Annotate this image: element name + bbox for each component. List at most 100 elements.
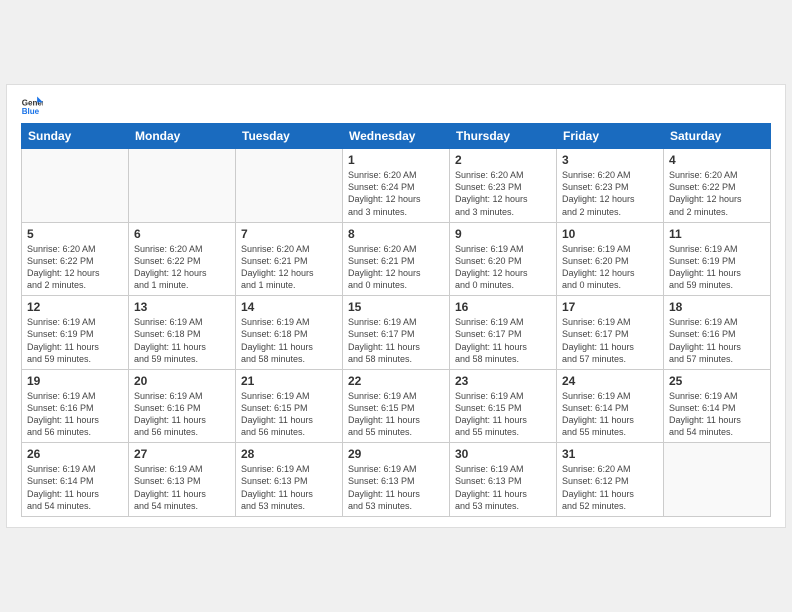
day-info: Sunrise: 6:19 AM Sunset: 6:14 PM Dayligh… <box>669 390 765 439</box>
day-cell: 9 Sunrise: 6:19 AM Sunset: 6:20 PM Daylig… <box>450 222 557 296</box>
calendar-table: SundayMondayTuesdayWednesdayThursdayFrid… <box>21 123 771 517</box>
day-number: 23 <box>455 374 551 388</box>
day-info: Sunrise: 6:20 AM Sunset: 6:22 PM Dayligh… <box>27 243 123 292</box>
day-number: 22 <box>348 374 444 388</box>
calendar-body: 1 Sunrise: 6:20 AM Sunset: 6:24 PM Daylig… <box>22 149 771 517</box>
day-cell: 15 Sunrise: 6:19 AM Sunset: 6:17 PM Dayli… <box>343 296 450 370</box>
day-info: Sunrise: 6:19 AM Sunset: 6:19 PM Dayligh… <box>27 316 123 365</box>
day-cell: 3 Sunrise: 6:20 AM Sunset: 6:23 PM Daylig… <box>557 149 664 223</box>
day-cell: 18 Sunrise: 6:19 AM Sunset: 6:16 PM Dayli… <box>664 296 771 370</box>
day-info: Sunrise: 6:19 AM Sunset: 6:17 PM Dayligh… <box>348 316 444 365</box>
day-number: 4 <box>669 153 765 167</box>
day-number: 21 <box>241 374 337 388</box>
day-info: Sunrise: 6:19 AM Sunset: 6:13 PM Dayligh… <box>348 463 444 512</box>
day-info: Sunrise: 6:19 AM Sunset: 6:16 PM Dayligh… <box>27 390 123 439</box>
week-row-4: 19Sunrise: 6:19 AM Sunset: 6:16 PM Dayli… <box>22 369 771 443</box>
day-cell: 14Sunrise: 6:19 AM Sunset: 6:18 PM Dayli… <box>236 296 343 370</box>
day-number: 28 <box>241 447 337 461</box>
day-cell: 19Sunrise: 6:19 AM Sunset: 6:16 PM Dayli… <box>22 369 129 443</box>
day-cell: 16 Sunrise: 6:19 AM Sunset: 6:17 PM Dayli… <box>450 296 557 370</box>
day-number: 31 <box>562 447 658 461</box>
day-number: 2 <box>455 153 551 167</box>
day-cell <box>236 149 343 223</box>
day-cell: 4 Sunrise: 6:20 AM Sunset: 6:22 PM Daylig… <box>664 149 771 223</box>
day-cell: 24 Sunrise: 6:19 AM Sunset: 6:14 PM Dayli… <box>557 369 664 443</box>
weekday-header-thursday: Thursday <box>450 124 557 149</box>
day-cell: 21 Sunrise: 6:19 AM Sunset: 6:15 PM Dayli… <box>236 369 343 443</box>
day-info: Sunrise: 6:20 AM Sunset: 6:23 PM Dayligh… <box>562 169 658 218</box>
day-number: 27 <box>134 447 230 461</box>
day-info: Sunrise: 6:19 AM Sunset: 6:15 PM Dayligh… <box>455 390 551 439</box>
logo-area: General Blue <box>21 95 45 117</box>
day-info: Sunrise: 6:19 AM Sunset: 6:18 PM Dayligh… <box>241 316 337 365</box>
day-info: Sunrise: 6:19 AM Sunset: 6:16 PM Dayligh… <box>134 390 230 439</box>
day-cell: 31 Sunrise: 6:20 AM Sunset: 6:12 PM Dayli… <box>557 443 664 517</box>
day-number: 8 <box>348 227 444 241</box>
day-info: Sunrise: 6:20 AM Sunset: 6:21 PM Dayligh… <box>348 243 444 292</box>
day-number: 24 <box>562 374 658 388</box>
day-cell: 17Sunrise: 6:19 AM Sunset: 6:17 PM Dayli… <box>557 296 664 370</box>
day-number: 18 <box>669 300 765 314</box>
week-row-3: 12Sunrise: 6:19 AM Sunset: 6:19 PM Dayli… <box>22 296 771 370</box>
day-number: 15 <box>348 300 444 314</box>
day-number: 3 <box>562 153 658 167</box>
day-number: 5 <box>27 227 123 241</box>
day-info: Sunrise: 6:20 AM Sunset: 6:22 PM Dayligh… <box>134 243 230 292</box>
day-cell: 27 Sunrise: 6:19 AM Sunset: 6:13 PM Dayli… <box>129 443 236 517</box>
day-info: Sunrise: 6:19 AM Sunset: 6:14 PM Dayligh… <box>562 390 658 439</box>
day-info: Sunrise: 6:20 AM Sunset: 6:24 PM Dayligh… <box>348 169 444 218</box>
day-info: Sunrise: 6:20 AM Sunset: 6:12 PM Dayligh… <box>562 463 658 512</box>
header-row: General Blue <box>21 95 771 117</box>
day-number: 1 <box>348 153 444 167</box>
weekday-header-sunday: Sunday <box>22 124 129 149</box>
day-cell <box>129 149 236 223</box>
day-info: Sunrise: 6:20 AM Sunset: 6:23 PM Dayligh… <box>455 169 551 218</box>
day-cell: 10Sunrise: 6:19 AM Sunset: 6:20 PM Dayli… <box>557 222 664 296</box>
day-info: Sunrise: 6:20 AM Sunset: 6:22 PM Dayligh… <box>669 169 765 218</box>
day-cell <box>22 149 129 223</box>
day-cell: 23 Sunrise: 6:19 AM Sunset: 6:15 PM Dayli… <box>450 369 557 443</box>
logo-icon: General Blue <box>21 95 43 117</box>
day-cell: 30 Sunrise: 6:19 AM Sunset: 6:13 PM Dayli… <box>450 443 557 517</box>
day-number: 6 <box>134 227 230 241</box>
day-number: 30 <box>455 447 551 461</box>
svg-text:Blue: Blue <box>22 107 40 116</box>
day-info: Sunrise: 6:19 AM Sunset: 6:16 PM Dayligh… <box>669 316 765 365</box>
day-cell: 22 Sunrise: 6:19 AM Sunset: 6:15 PM Dayli… <box>343 369 450 443</box>
day-info: Sunrise: 6:19 AM Sunset: 6:19 PM Dayligh… <box>669 243 765 292</box>
day-info: Sunrise: 6:19 AM Sunset: 6:17 PM Dayligh… <box>562 316 658 365</box>
day-number: 29 <box>348 447 444 461</box>
day-cell: 20 Sunrise: 6:19 AM Sunset: 6:16 PM Dayli… <box>129 369 236 443</box>
day-info: Sunrise: 6:19 AM Sunset: 6:15 PM Dayligh… <box>348 390 444 439</box>
week-row-2: 5 Sunrise: 6:20 AM Sunset: 6:22 PM Daylig… <box>22 222 771 296</box>
weekday-header-monday: Monday <box>129 124 236 149</box>
weekday-header-saturday: Saturday <box>664 124 771 149</box>
day-cell: 5 Sunrise: 6:20 AM Sunset: 6:22 PM Daylig… <box>22 222 129 296</box>
day-cell: 2 Sunrise: 6:20 AM Sunset: 6:23 PM Daylig… <box>450 149 557 223</box>
day-number: 7 <box>241 227 337 241</box>
day-info: Sunrise: 6:19 AM Sunset: 6:13 PM Dayligh… <box>455 463 551 512</box>
day-number: 13 <box>134 300 230 314</box>
day-number: 20 <box>134 374 230 388</box>
day-number: 25 <box>669 374 765 388</box>
day-cell: 6 Sunrise: 6:20 AM Sunset: 6:22 PM Daylig… <box>129 222 236 296</box>
day-info: Sunrise: 6:19 AM Sunset: 6:13 PM Dayligh… <box>134 463 230 512</box>
weekday-header-friday: Friday <box>557 124 664 149</box>
day-info: Sunrise: 6:19 AM Sunset: 6:14 PM Dayligh… <box>27 463 123 512</box>
day-info: Sunrise: 6:19 AM Sunset: 6:20 PM Dayligh… <box>455 243 551 292</box>
day-info: Sunrise: 6:19 AM Sunset: 6:15 PM Dayligh… <box>241 390 337 439</box>
day-number: 9 <box>455 227 551 241</box>
day-number: 16 <box>455 300 551 314</box>
day-info: Sunrise: 6:19 AM Sunset: 6:18 PM Dayligh… <box>134 316 230 365</box>
week-row-5: 26 Sunrise: 6:19 AM Sunset: 6:14 PM Dayli… <box>22 443 771 517</box>
day-cell: 8 Sunrise: 6:20 AM Sunset: 6:21 PM Daylig… <box>343 222 450 296</box>
day-info: Sunrise: 6:19 AM Sunset: 6:20 PM Dayligh… <box>562 243 658 292</box>
day-info: Sunrise: 6:20 AM Sunset: 6:21 PM Dayligh… <box>241 243 337 292</box>
day-cell: 11Sunrise: 6:19 AM Sunset: 6:19 PM Dayli… <box>664 222 771 296</box>
calendar-wrapper: General Blue SundayMondayTuesdayWednesda… <box>6 84 786 528</box>
day-number: 26 <box>27 447 123 461</box>
day-cell: 1 Sunrise: 6:20 AM Sunset: 6:24 PM Daylig… <box>343 149 450 223</box>
day-cell: 12Sunrise: 6:19 AM Sunset: 6:19 PM Dayli… <box>22 296 129 370</box>
day-info: Sunrise: 6:19 AM Sunset: 6:17 PM Dayligh… <box>455 316 551 365</box>
weekday-header-tuesday: Tuesday <box>236 124 343 149</box>
